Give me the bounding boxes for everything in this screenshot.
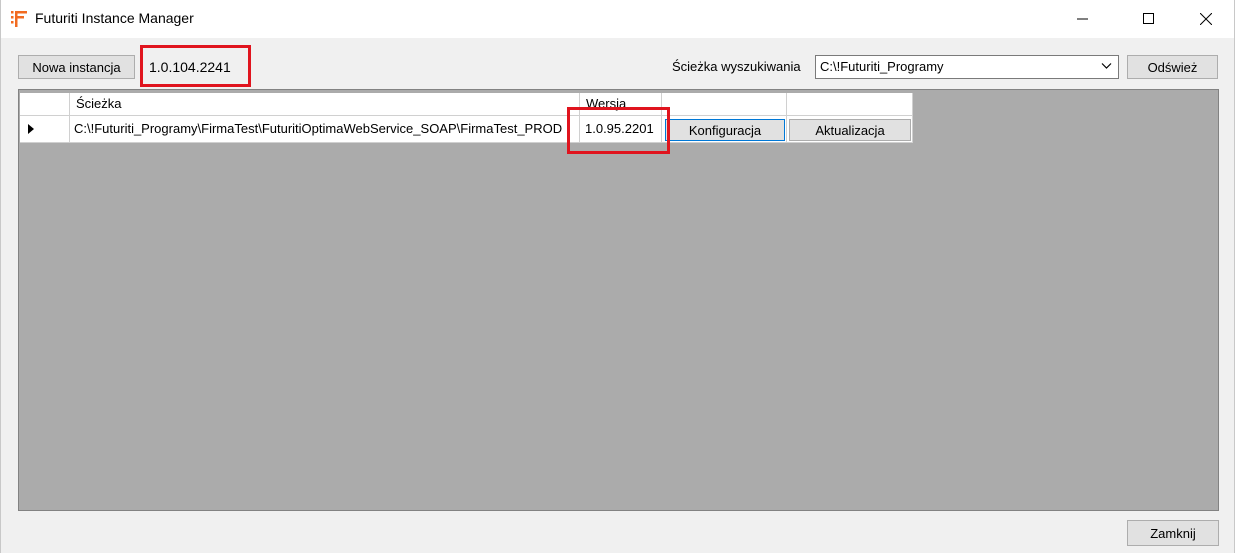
- refresh-button[interactable]: Odśwież: [1127, 55, 1218, 79]
- close-icon: [1200, 13, 1212, 25]
- configuration-button[interactable]: Konfiguracja: [665, 119, 785, 141]
- column-header-config[interactable]: [662, 93, 787, 116]
- search-path-value: C:\!Futuriti_Programy: [820, 59, 944, 74]
- highlight-box-instance-version: [567, 107, 670, 154]
- highlight-box-manager-version: [140, 45, 251, 87]
- futuriti-logo-icon: [11, 11, 27, 27]
- minimize-button[interactable]: [1060, 0, 1106, 38]
- column-header-path[interactable]: Ścieżka: [70, 93, 580, 116]
- search-path-label: Ścieżka wyszukiwania: [672, 59, 801, 74]
- main-window: Futuriti Instance Manager Nowa instancja…: [0, 0, 1235, 553]
- title-bar[interactable]: Futuriti Instance Manager: [1, 0, 1234, 38]
- maximize-button[interactable]: [1126, 0, 1172, 38]
- column-header-path-label: Ścieżka: [76, 96, 122, 111]
- current-row-arrow-icon: [28, 124, 34, 134]
- search-path-combobox[interactable]: C:\!Futuriti_Programy: [815, 55, 1119, 79]
- row-header-corner: [20, 93, 70, 116]
- window-title: Futuriti Instance Manager: [35, 10, 194, 26]
- update-button[interactable]: Aktualizacja: [789, 119, 911, 141]
- instance-path: C:\!Futuriti_Programy\FirmaTest\Futuriti…: [74, 121, 563, 136]
- minimize-icon: [1077, 18, 1088, 20]
- row-header[interactable]: [20, 116, 70, 143]
- close-button[interactable]: Zamknij: [1127, 520, 1219, 546]
- chevron-down-icon[interactable]: [1101, 62, 1112, 70]
- cell-path[interactable]: C:\!Futuriti_Programy\FirmaTest\Futuriti…: [70, 116, 580, 143]
- new-instance-button[interactable]: Nowa instancja: [18, 55, 135, 79]
- close-window-button[interactable]: [1183, 0, 1229, 38]
- maximize-icon: [1143, 13, 1154, 24]
- column-header-update[interactable]: [787, 93, 913, 116]
